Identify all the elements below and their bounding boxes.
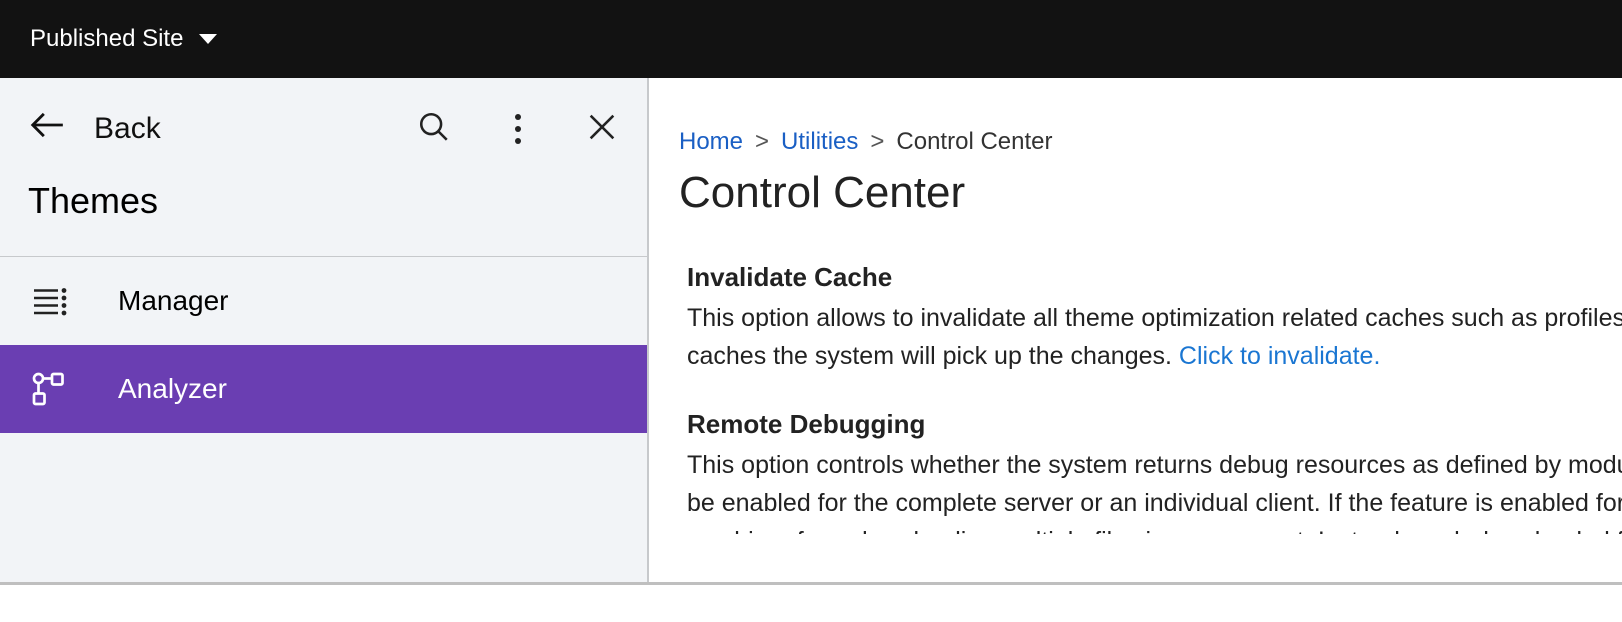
sidebar-menu: Manager Analyzer [0,256,647,433]
breadcrumb-current: Control Center [896,128,1052,156]
section-text: caches the system will pick up the chang… [687,337,1622,375]
sidebar-item-analyzer[interactable]: Analyzer [0,345,647,433]
breadcrumb-home[interactable]: Home [679,128,743,156]
back-button[interactable]: Back [28,106,161,152]
section-heading: Remote Debugging [687,409,1622,440]
page-title: Control Center [679,168,1622,218]
top-bar: Published Site [0,0,1622,78]
site-selector[interactable]: Published Site [30,25,217,53]
site-selector-label: Published Site [30,25,183,53]
nodes-icon [28,371,70,407]
sidebar-item-label: Analyzer [118,373,227,405]
close-icon[interactable] [585,110,619,149]
sidebar-item-label: Manager [118,285,229,317]
sidebar-top-row: Back [0,78,647,180]
caret-down-icon [199,34,217,44]
search-icon[interactable] [417,110,451,149]
sidebar-item-manager[interactable]: Manager [0,257,647,345]
sidebar-title: Themes [0,180,647,256]
section-invalidate-cache: Invalidate Cache This option allows to i… [679,262,1622,375]
breadcrumb: Home > Utilities > Control Center [679,128,1622,156]
breadcrumb-separator: > [755,128,769,156]
kebab-menu-icon[interactable] [501,114,535,144]
main-shell: Back Themes [0,78,1622,585]
sidebar-actions [417,110,619,149]
back-label: Back [94,112,161,146]
section-remote-debugging: Remote Debugging This option controls wh… [679,409,1622,560]
list-icon [28,283,70,319]
section-text: This option controls whether the system … [687,446,1622,484]
section-text: This option allows to invalidate all the… [687,299,1622,337]
invalidate-link[interactable]: Click to invalidate. [1179,342,1380,370]
section-text: be enabled for the complete server or an… [687,484,1622,522]
breadcrumb-utilities[interactable]: Utilities [781,128,858,156]
breadcrumb-separator: > [870,128,884,156]
section-text: combiner from downloading multiple files… [687,522,1622,560]
content-area: Home > Utilities > Control Center Contro… [649,78,1622,582]
sidebar: Back Themes [0,78,649,582]
arrow-left-icon [28,106,66,152]
section-heading: Invalidate Cache [687,262,1622,293]
